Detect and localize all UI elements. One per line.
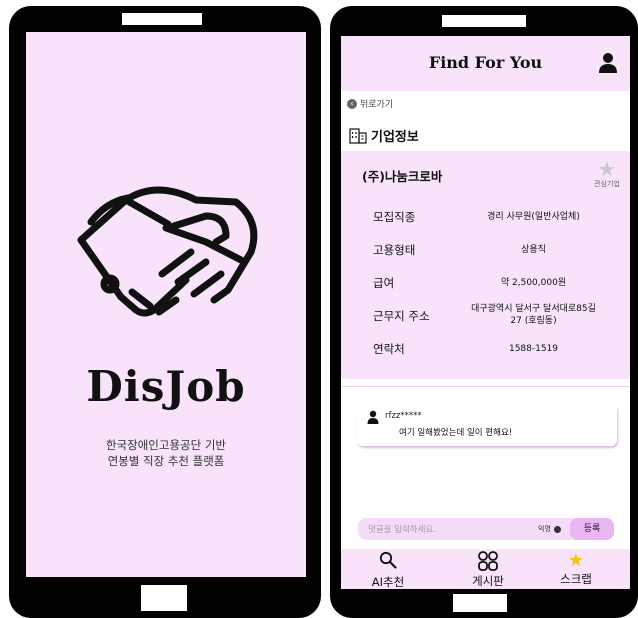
search-icon — [379, 551, 397, 569]
info-value: 1588-1519 — [508, 344, 559, 354]
divider — [341, 386, 630, 387]
tab-board[interactable]: 게시판 — [453, 551, 523, 589]
speaker-slot — [122, 13, 202, 25]
info-value: 약 2,500,000원 — [500, 278, 567, 288]
tab-label: 게시판 — [472, 574, 504, 588]
section-title: 기업정보 — [349, 126, 419, 145]
handshake-icon — [77, 186, 258, 317]
company-info-card: (주)나눔크로바 ★ 관심기업 모집직종 경리 사무원(일반사업체) 고용형태 … — [341, 151, 630, 379]
app-title: Find For You — [428, 53, 543, 72]
info-value-line-1: 대구광역시 달서구 달서대로85길 — [471, 304, 596, 314]
comment-text: 여기 일해봤었는데 일이 편해요! — [399, 428, 513, 438]
tab-label: 스크랩 — [560, 572, 592, 586]
home-button[interactable] — [141, 585, 187, 611]
tab-ai-recommend[interactable]: AI추천 — [353, 551, 423, 589]
info-label: 급여 — [373, 276, 395, 290]
tab-scrap[interactable]: ★ 스크랩 — [541, 551, 611, 587]
phone-frame-left: DisJob 한국장애인고용공단 기반 연봉별 직장 추천 플랫폼 — [9, 6, 321, 618]
favorite-label: 관심기업 — [594, 180, 620, 188]
tab-label: AI추천 — [371, 575, 405, 589]
info-label: 연락처 — [373, 342, 405, 356]
company-detail-screen: Find For You ‹ 뒤로가기 기업정보 (주)나눔크로바 ★ 관심기업… — [341, 36, 630, 589]
speaker-slot — [442, 15, 526, 27]
back-arrow-icon: ‹ — [347, 98, 357, 109]
info-value: 경리 사무원(일반사업체) — [487, 212, 580, 222]
section-title-label: 기업정보 — [371, 130, 419, 145]
info-row-job-type: 모집직종 경리 사무원(일반사업체) — [341, 201, 630, 231]
comment-username: rfzz***** — [385, 411, 422, 421]
tagline-line-2: 연봉별 직장 추천 플랫폼 — [107, 454, 225, 468]
info-label: 고용형태 — [373, 243, 416, 257]
info-value: 상용직 — [521, 245, 546, 255]
comment-input[interactable] — [366, 521, 520, 539]
info-row-employment-type: 고용형태 상용직 — [341, 234, 630, 264]
info-row-address: 근무지 주소 대구광역시 달서구 달서대로85길 27 (호림동) — [341, 300, 630, 330]
tagline-line-1: 한국장애인고용공단 기반 — [105, 438, 227, 452]
info-value-line-2: 27 (호림동) — [510, 316, 557, 326]
app-header: Find For You — [341, 36, 630, 91]
anonymous-label: 익명 — [538, 525, 551, 533]
user-profile-icon[interactable] — [598, 52, 618, 74]
user-icon — [367, 410, 379, 424]
comment-input-bar: 익명 등록 — [358, 518, 614, 540]
comment-item: rfzz***** 여기 일해봤었는데 일이 편해요! — [357, 404, 617, 446]
radio-dot-icon — [553, 525, 561, 533]
info-row-salary: 급여 약 2,500,000원 — [341, 267, 630, 297]
home-button[interactable] — [453, 594, 507, 612]
info-label: 근무지 주소 — [373, 309, 430, 323]
favorite-button[interactable]: ★ 관심기업 — [590, 159, 624, 189]
building-icon — [349, 127, 367, 144]
bottom-tab-bar: AI추천 게시판 ★ 스크랩 — [341, 549, 630, 589]
grid-icon — [478, 551, 498, 571]
splash-screen: DisJob 한국장애인고용공단 기반 연봉별 직장 추천 플랫폼 — [26, 32, 306, 577]
star-outline-icon: ★ — [598, 157, 616, 181]
info-label: 모집직종 — [373, 210, 416, 224]
phone-frame-right: Find For You ‹ 뒤로가기 기업정보 (주)나눔크로바 ★ 관심기업… — [330, 6, 638, 618]
brand-logo-text: DisJob — [86, 362, 246, 411]
submit-button[interactable]: 등록 — [570, 518, 614, 540]
info-row-contact: 연락처 1588-1519 — [341, 333, 630, 363]
star-icon: ★ — [567, 550, 585, 571]
anonymous-toggle[interactable]: 익명 — [538, 524, 561, 534]
company-name: (주)나눔크로바 — [362, 169, 443, 184]
back-label: 뒤로가기 — [360, 100, 394, 110]
back-link[interactable]: ‹ 뒤로가기 — [347, 97, 393, 110]
